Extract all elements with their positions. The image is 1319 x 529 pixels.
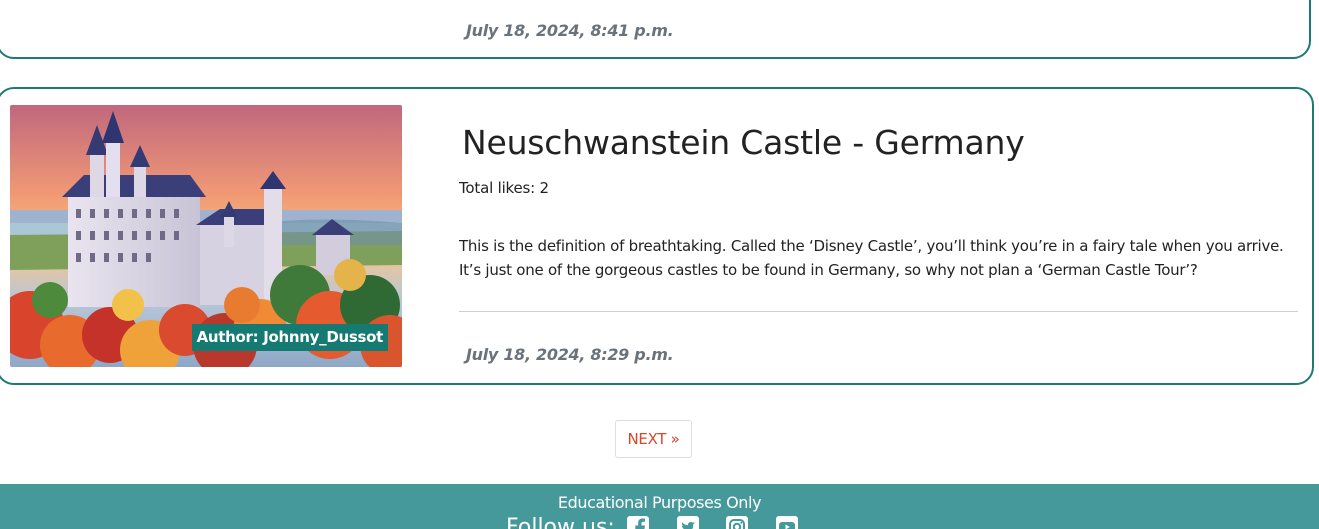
post-list-page: July 18, 2024, 8:41 p.m. Author: Johnny_… (0, 0, 1319, 529)
likes-count: Total likes: 2 (459, 179, 549, 197)
twitter-icon[interactable] (676, 515, 700, 529)
footer-note: Educational Purposes Only (557, 493, 762, 512)
next-page-button[interactable]: NEXT » (615, 420, 692, 458)
post-title[interactable]: Neuschwanstein Castle - Germany (462, 123, 1025, 162)
post-image[interactable]: Author: Johnny_Dussot (10, 105, 402, 367)
post-excerpt: This is the definition of breathtaking. … (459, 237, 1284, 279)
post-date: July 18, 2024, 8:29 p.m. (466, 345, 674, 364)
divider (459, 311, 1298, 312)
author-badge: Author: Johnny_Dussot (191, 324, 388, 351)
footer: Educational Purposes Only Follow us: (0, 484, 1319, 529)
facebook-icon[interactable] (626, 515, 650, 529)
follow-label: Follow us: (506, 515, 615, 529)
post-date: July 18, 2024, 8:41 p.m. (466, 21, 674, 40)
youtube-icon[interactable] (775, 515, 799, 529)
post-card[interactable]: Author: Johnny_Dussot Neuschwanstein Cas… (0, 87, 1314, 385)
post-card-previous: July 18, 2024, 8:41 p.m. (0, 0, 1311, 59)
instagram-icon[interactable] (725, 515, 749, 529)
